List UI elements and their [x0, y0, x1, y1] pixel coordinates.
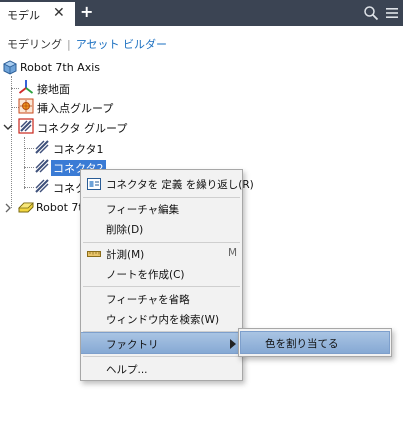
menu-item-measure[interactable]: 計測(M) M	[81, 243, 242, 264]
mode-switcher: モデリング | アセット ビルダー	[7, 36, 167, 52]
menu-item-create-note[interactable]: ノートを作成(C)	[81, 263, 242, 284]
hamburger-menu-icon[interactable]	[385, 6, 399, 20]
mode-separator: |	[67, 38, 71, 51]
tree-item-label: コネクタ グループ	[37, 122, 128, 135]
part-icon	[18, 202, 34, 213]
menu-item-delete[interactable]: 削除(D)	[81, 218, 242, 239]
tree-item-label: コネクタ1	[53, 143, 104, 156]
menu-separator	[83, 286, 240, 287]
assembly-cube-icon	[3, 60, 17, 75]
mode-modeling[interactable]: モデリング	[7, 38, 62, 51]
menu-item-factory[interactable]: ファクトリ	[81, 332, 242, 354]
menu-item-label: 計測(M)	[106, 249, 145, 261]
connector-icon	[35, 179, 49, 193]
menu-item-label: ノートを作成(C)	[106, 269, 185, 281]
menu-item-shortcut: M	[227, 247, 237, 259]
tab-model-label: モデル	[7, 9, 40, 22]
menu-item-label: 削除(D)	[106, 224, 144, 236]
connector-group-icon	[18, 118, 34, 134]
menu-item-assign-color[interactable]: 色を割り当てる	[240, 331, 390, 354]
submenu-arrow-icon	[230, 339, 236, 349]
tree-item-ground[interactable]: 接地面	[18, 79, 218, 97]
menu-item-label: ヘルプ...	[106, 364, 148, 376]
context-menu: コネクタを 定義 を繰り返し(R) フィーチャ編集 削除(D) 計測(M) M …	[80, 169, 254, 381]
connector-icon	[35, 140, 49, 154]
menu-item-label: フィーチャ編集	[106, 204, 180, 216]
tree-guide	[24, 148, 34, 149]
tree-item-label: 挿入点グループ	[37, 102, 114, 115]
insert-point-group-icon	[18, 98, 34, 114]
tree-item-robot[interactable]: Robot 7th	[18, 199, 80, 217]
tree-item-connector1[interactable]: コネクタ1	[34, 139, 234, 157]
menu-item-label: ウィンドウ内を検索(W)	[106, 314, 220, 326]
close-icon[interactable]: ✕	[53, 5, 65, 21]
tree-item-root[interactable]: Robot 7th Axis	[2, 59, 202, 77]
menu-item-help[interactable]: ヘルプ...	[81, 358, 242, 379]
menu-item-label: コネクタを 定義 を繰り返し(R)	[106, 179, 254, 191]
tree-item-label: Robot 7th	[36, 201, 80, 214]
tree-guide	[11, 134, 12, 208]
tab-model[interactable]: モデル ✕	[0, 0, 75, 26]
tree-guide	[24, 167, 34, 168]
menu-separator	[83, 356, 240, 357]
add-tab-icon[interactable]: +	[80, 2, 93, 21]
menu-item-label: ファクトリ	[106, 339, 159, 351]
menu-item-find-in-window[interactable]: ウィンドウ内を検索(W)	[81, 308, 242, 329]
ruler-icon	[87, 251, 101, 257]
tab-bar: モデル ✕ +	[0, 0, 403, 26]
chevron-right-icon[interactable]	[3, 203, 13, 213]
factory-submenu: 色を割り当てる	[238, 328, 392, 357]
menu-item-label: フィーチャを省略	[106, 294, 190, 306]
menu-item-edit-feature[interactable]: フィーチャ編集	[81, 198, 242, 219]
tree-guide	[24, 137, 25, 189]
search-icon[interactable]	[363, 5, 379, 21]
tree-item-label: 接地面	[37, 83, 70, 96]
connector-icon	[35, 159, 49, 173]
menu-item-redefine-connector[interactable]: コネクタを 定義 を繰り返し(R)	[81, 173, 254, 194]
menu-item-suppress-feature[interactable]: フィーチャを省略	[81, 288, 242, 309]
tree-item-label: Robot 7th Axis	[20, 61, 101, 74]
model-browser-panel: モデル ✕ + モデリング | アセット ビルダー Robot 7th Axis	[0, 0, 403, 443]
ground-axis-icon	[18, 80, 34, 94]
chevron-down-icon[interactable]	[3, 122, 13, 132]
redefine-icon	[87, 178, 101, 190]
menu-item-label: 色を割り当てる	[265, 338, 339, 350]
tree-guide	[24, 187, 34, 188]
tree-item-insert-group[interactable]: 挿入点グループ	[18, 98, 218, 116]
tree-item-connector-group[interactable]: コネクタ グループ	[18, 118, 218, 136]
mode-asset-builder[interactable]: アセット ビルダー	[76, 38, 167, 51]
